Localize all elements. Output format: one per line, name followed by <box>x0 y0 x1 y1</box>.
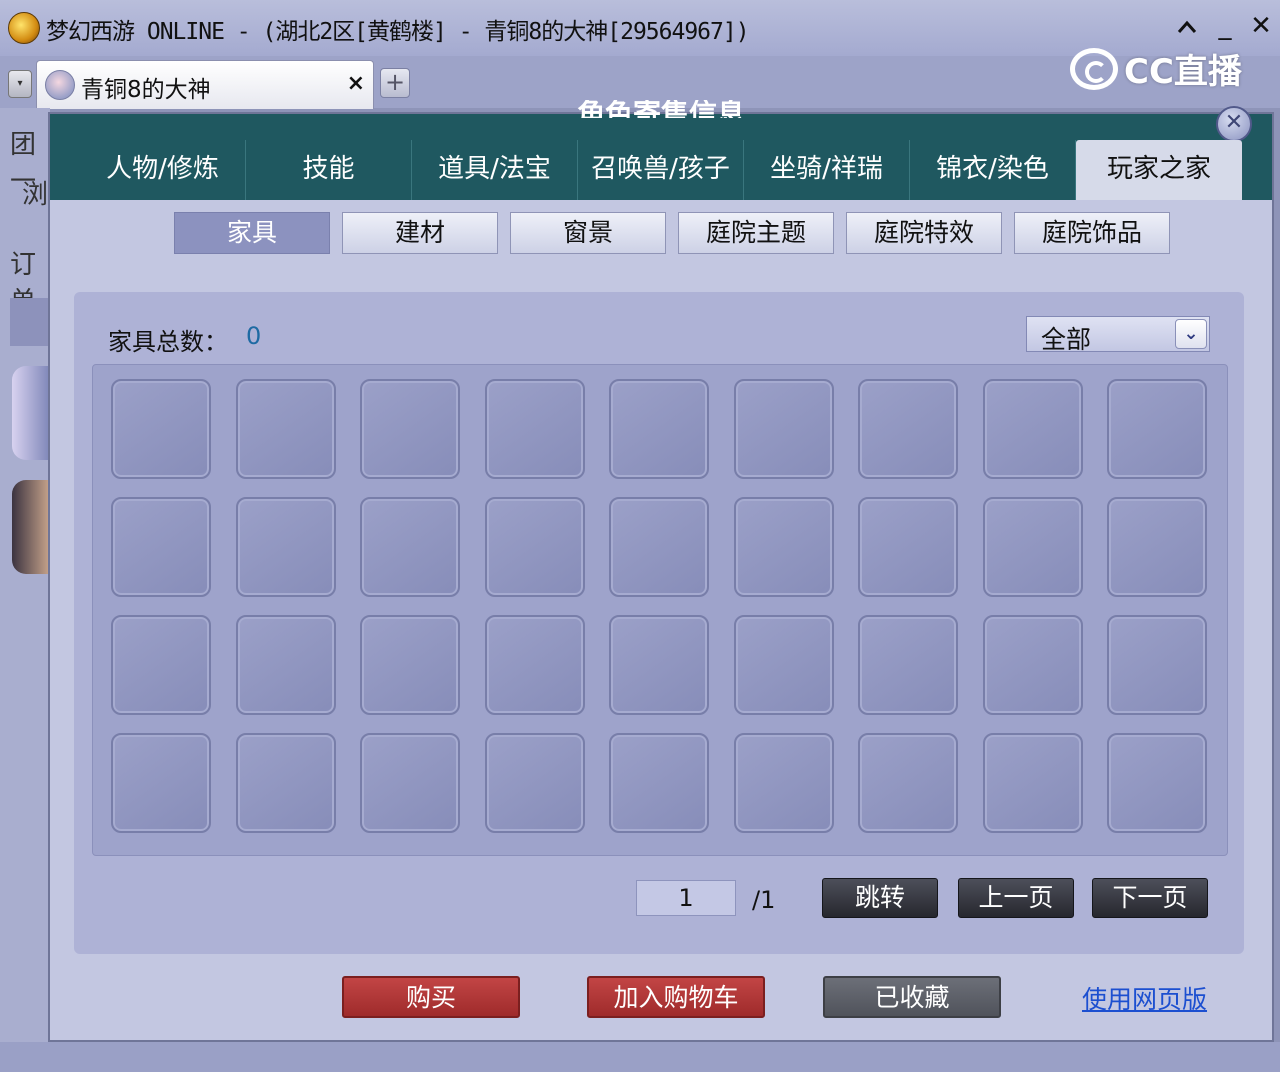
subtab-courtyard-theme[interactable]: 庭院主题 <box>678 212 834 254</box>
item-slot[interactable] <box>111 733 211 833</box>
item-slot[interactable] <box>609 733 709 833</box>
item-slot[interactable] <box>1107 497 1207 597</box>
background-left-panel: 团一 浏 订单 <box>0 108 50 1072</box>
item-slot[interactable] <box>733 733 834 833</box>
item-slot[interactable] <box>982 615 1083 715</box>
main-tabs: 人物/修炼 技能 道具/法宝 召唤兽/孩子 坐骑/祥瑞 锦衣/染色 玩家之家 <box>80 140 1242 200</box>
window-title: 梦幻西游 ONLINE - (湖北2区[黄鹤楼] - 青铜8的大神[295649… <box>46 19 750 45</box>
item-slot[interactable] <box>484 497 585 597</box>
filter-selected-value: 全部 <box>1041 325 1092 354</box>
item-slot[interactable] <box>858 379 958 479</box>
subtab-courtyard-effects[interactable]: 庭院特效 <box>846 212 1002 254</box>
item-slot[interactable] <box>111 615 211 715</box>
cc-live-logo: CC直播 <box>1070 44 1242 93</box>
character-portrait <box>12 480 50 574</box>
item-slot[interactable] <box>982 379 1083 479</box>
item-slot[interactable] <box>484 615 585 715</box>
item-slot[interactable] <box>1107 733 1207 833</box>
item-slot[interactable] <box>235 379 336 479</box>
tab-player-home[interactable]: 玩家之家 <box>1076 140 1242 200</box>
chevron-up-icon[interactable] <box>1170 8 1204 44</box>
item-slot-grid <box>92 364 1228 856</box>
app-icon <box>8 12 40 44</box>
item-slot[interactable] <box>111 379 211 479</box>
item-slot[interactable] <box>1107 615 1207 715</box>
next-page-button[interactable]: 下一页 <box>1092 878 1208 918</box>
jump-button[interactable]: 跳转 <box>822 878 938 918</box>
use-web-version-link[interactable]: 使用网页版 <box>1082 980 1207 1016</box>
category-filter-select[interactable]: 全部 ⌄ <box>1026 316 1210 354</box>
item-slot[interactable] <box>858 615 958 715</box>
tab-items-treasures[interactable]: 道具/法宝 <box>412 140 578 200</box>
close-window-button[interactable]: ✕ <box>1244 8 1278 44</box>
furniture-count-value: 0 <box>246 322 262 350</box>
item-slot[interactable] <box>360 497 460 597</box>
item-slot[interactable] <box>858 733 958 833</box>
item-slot[interactable] <box>235 733 336 833</box>
furniture-panel: 家具总数： 0 全部 ⌄ 1 /1 跳转 上一页 下一页 <box>74 292 1244 954</box>
dialog-title: 角色寄售信息 <box>576 100 745 118</box>
favorited-button[interactable]: 已收藏 <box>823 976 1001 1018</box>
item-slot[interactable] <box>1107 379 1207 479</box>
item-slot[interactable] <box>235 497 336 597</box>
cc-logo-text: CC直播 <box>1124 52 1242 92</box>
subtab-building-materials[interactable]: 建材 <box>342 212 498 254</box>
prev-page-button[interactable]: 上一页 <box>958 878 1074 918</box>
item-slot[interactable] <box>235 615 336 715</box>
dialog-close-button[interactable]: ✕ <box>1216 106 1252 142</box>
item-slot[interactable] <box>360 733 460 833</box>
page-total: /1 <box>752 886 776 914</box>
item-slot[interactable] <box>982 497 1083 597</box>
add-to-cart-button[interactable]: 加入购物车 <box>587 976 765 1018</box>
tab-list-dropdown[interactable]: ▾ <box>8 70 32 98</box>
item-slot[interactable] <box>484 733 585 833</box>
tab-title: 青铜8的大神 <box>81 77 211 103</box>
background-text: 浏 <box>22 180 49 210</box>
dialog-header: 角色寄售信息 ✕ 人物/修炼 技能 道具/法宝 召唤兽/孩子 坐骑/祥瑞 锦衣/… <box>50 100 1272 200</box>
tab-mounts[interactable]: 坐骑/祥瑞 <box>744 140 910 200</box>
tab-summons-children[interactable]: 召唤兽/孩子 <box>578 140 744 200</box>
item-slot[interactable] <box>982 733 1083 833</box>
cc-logo-icon <box>1070 47 1118 90</box>
subtab-window-view[interactable]: 窗景 <box>510 212 666 254</box>
item-slot[interactable] <box>733 497 834 597</box>
tab-close-button[interactable]: × <box>347 71 365 96</box>
chevron-down-icon[interactable]: ⌄ <box>1175 319 1207 349</box>
page-number-input[interactable]: 1 <box>636 880 736 916</box>
subtab-courtyard-ornaments[interactable]: 庭院饰品 <box>1014 212 1170 254</box>
item-slot[interactable] <box>733 615 834 715</box>
item-slot[interactable] <box>484 379 585 479</box>
item-slot[interactable] <box>111 497 211 597</box>
item-slot[interactable] <box>360 379 460 479</box>
sub-tabs: 家具 建材 窗景 庭院主题 庭院特效 庭院饰品 <box>174 212 1170 254</box>
character-portrait <box>12 366 50 460</box>
buy-button[interactable]: 购买 <box>342 976 520 1018</box>
item-slot[interactable] <box>609 615 709 715</box>
avatar <box>45 70 75 100</box>
minimize-button[interactable]: _ <box>1208 8 1242 44</box>
subtab-furniture[interactable]: 家具 <box>174 212 330 254</box>
role-consignment-dialog: 角色寄售信息 ✕ 人物/修炼 技能 道具/法宝 召唤兽/孩子 坐骑/祥瑞 锦衣/… <box>48 100 1274 1042</box>
item-slot[interactable] <box>360 615 460 715</box>
new-tab-button[interactable]: + <box>380 68 410 98</box>
item-slot[interactable] <box>609 379 709 479</box>
item-slot[interactable] <box>733 379 834 479</box>
item-slot[interactable] <box>609 497 709 597</box>
item-slot[interactable] <box>858 497 958 597</box>
bottom-strip <box>0 1042 1280 1072</box>
furniture-count-label: 家具总数： <box>108 328 228 356</box>
tab-skills[interactable]: 技能 <box>246 140 412 200</box>
background-block <box>10 298 50 346</box>
tab-outfits-dyes[interactable]: 锦衣/染色 <box>910 140 1076 200</box>
tab-character-cultivation[interactable]: 人物/修炼 <box>80 140 246 200</box>
